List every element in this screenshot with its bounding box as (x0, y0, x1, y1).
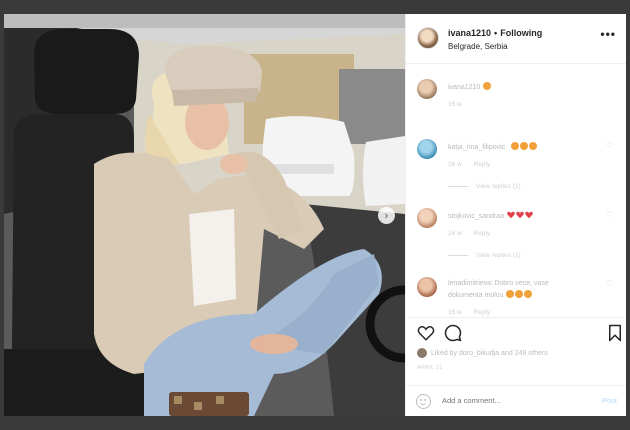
separator-dot: • (494, 28, 498, 38)
comment-meta: 16 w Reply (448, 230, 500, 237)
view-replies-button[interactable]: View replies (1) (448, 252, 521, 259)
comment-text: stojkovic_sandraa (448, 211, 533, 220)
more-horizontal-icon[interactable]: ••• (600, 27, 616, 41)
post-modal: › ivana1210 • Following Belgrade, Serbia •… (4, 14, 626, 416)
comment-username[interactable]: ivana1210 (448, 84, 480, 91)
post-action-bar (406, 317, 626, 347)
reply-button[interactable]: Reply (474, 309, 491, 316)
comment-body: Dobro vece, vase (494, 280, 549, 287)
commenter-avatar[interactable] (417, 79, 437, 99)
comment-age: 16 w (448, 230, 462, 237)
likes-summary[interactable]: Liked by doro_bikudja and 249 others (417, 348, 548, 358)
smile-icon[interactable] (416, 394, 431, 409)
commenter-avatar[interactable] (417, 208, 437, 228)
grinning-squinting-face-icon (506, 290, 515, 298)
screen-background: › ivana1210 • Following Belgrade, Serbia •… (0, 0, 630, 430)
comment-input[interactable] (442, 396, 582, 405)
red-heart-icon (516, 211, 524, 219)
add-comment-bar: Post (406, 385, 626, 416)
commenter-avatar[interactable] (417, 139, 437, 159)
comment-text-line2: dokumenta molcu (448, 290, 533, 299)
comment-text: lenadimitrievic Dobro vece, vase (448, 280, 549, 287)
next-photo-button[interactable]: › (378, 207, 395, 224)
reply-button[interactable]: Reply (474, 161, 491, 168)
chevron-right-icon: › (384, 209, 389, 222)
comment-age: 16 w (448, 101, 462, 108)
heart-icon[interactable] (417, 324, 435, 342)
comment-username[interactable]: lenadimitrievic (448, 280, 492, 287)
grinning-squinting-face-icon (524, 290, 533, 298)
comment-username[interactable]: katja_rina_filipovic (448, 144, 505, 151)
comment-heart-icon[interactable]: ♡ (606, 141, 613, 150)
comment-age: 16 w (448, 161, 462, 168)
comment-text: katja_rina_filipovic (448, 142, 538, 151)
comment-meta: 16 w Reply (448, 309, 500, 316)
comment-icon[interactable] (444, 324, 462, 342)
clapping-hands-icon (529, 142, 538, 150)
view-replies-button[interactable]: View replies (1) (448, 183, 521, 190)
comment-text: ivana1210 (448, 82, 492, 91)
following-button[interactable]: Following (500, 28, 542, 38)
author-username[interactable]: ivana1210 (448, 28, 491, 38)
comment-body: dokumenta molcu (448, 292, 504, 299)
post-header: ivana1210 • Following Belgrade, Serbia ••• (406, 14, 626, 64)
author-line: ivana1210 • Following (448, 28, 542, 38)
post-location[interactable]: Belgrade, Serbia (448, 42, 508, 51)
bookmark-icon[interactable] (606, 324, 624, 342)
post-side-panel: ivana1210 • Following Belgrade, Serbia •••… (405, 14, 626, 416)
reply-button[interactable]: Reply (474, 230, 491, 237)
clapping-hands-icon (520, 142, 529, 150)
liker-avatar (417, 348, 427, 358)
comment-meta: 16 w Reply (448, 161, 500, 168)
author-avatar[interactable] (417, 27, 439, 49)
post-comment-button[interactable]: Post (602, 396, 617, 405)
likes-text: Liked by doro_bikudja and 249 others (431, 349, 548, 357)
red-heart-icon (507, 211, 515, 219)
grinning-squinting-face-icon (515, 290, 524, 298)
comment-age: 16 w (448, 309, 462, 316)
post-date: APRIL 21 (417, 365, 443, 371)
red-heart-icon (525, 211, 533, 219)
comment-meta: 16 w (448, 101, 472, 108)
photo-illustration (4, 14, 405, 416)
comment-heart-icon[interactable]: ♡ (606, 210, 613, 219)
commenter-avatar[interactable] (417, 277, 437, 297)
smiling-face-with-hearts-icon (483, 82, 492, 90)
comment-username[interactable]: stojkovic_sandraa (448, 213, 504, 220)
post-photo[interactable]: › (4, 14, 405, 416)
clapping-hands-icon (511, 142, 520, 150)
comment-heart-icon[interactable]: ♡ (606, 279, 613, 288)
comments-list[interactable]: ivana1210 16 w katja_rina_filipovic 16 w… (406, 65, 626, 317)
